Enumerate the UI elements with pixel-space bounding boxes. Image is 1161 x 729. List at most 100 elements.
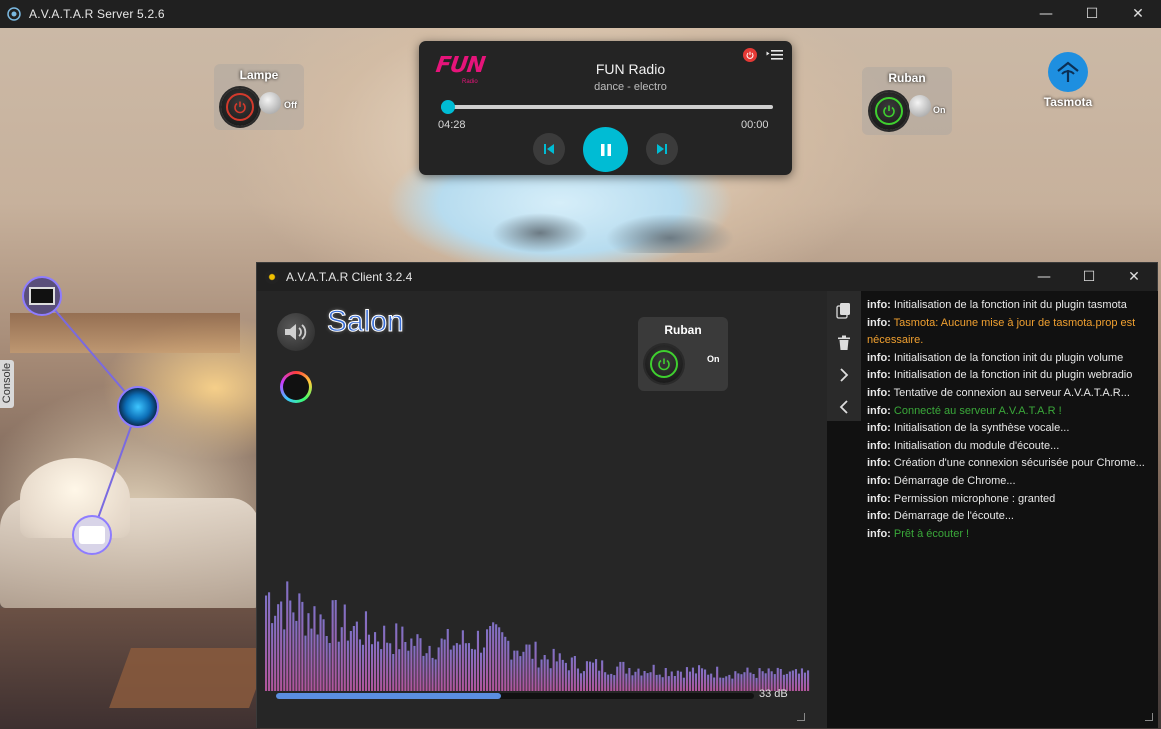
- lampe-toggle-knob[interactable]: [259, 92, 281, 114]
- spectrum-bar: [413, 645, 416, 691]
- spectrum-bar: [443, 639, 446, 691]
- log-line-text: Initialisation de la synthèse vocale...: [890, 422, 1070, 435]
- ruban-client-power-button[interactable]: [645, 345, 683, 383]
- widget-ruban-label: Ruban: [888, 71, 926, 85]
- spectrum-bar: [685, 667, 689, 691]
- spectrum-bar: [495, 624, 498, 691]
- client-maximize-button[interactable]: ☐: [1066, 263, 1112, 291]
- spectrum-bar: [392, 654, 395, 691]
- player-power-button[interactable]: [743, 48, 757, 62]
- spectrum-bar: [688, 671, 692, 691]
- speaker-button[interactable]: [277, 313, 315, 351]
- spectrum-bar: [713, 677, 716, 691]
- spectrum-bar: [455, 643, 458, 691]
- spectrum-bar: [473, 649, 477, 691]
- spectrum-bar: [567, 670, 570, 691]
- next-button[interactable]: [646, 133, 678, 165]
- spectrum-bar: [682, 677, 685, 691]
- spectrum-bar: [377, 641, 380, 691]
- spectrum-bar: [710, 673, 713, 691]
- spectrum-bar: [467, 643, 471, 691]
- spectrum-bar: [334, 600, 337, 691]
- spectrum-bar: [510, 659, 513, 691]
- progress-thumb[interactable]: [440, 100, 455, 114]
- collapse-log-button[interactable]: [835, 398, 853, 416]
- log-line: info: Initialisation du module d'écoute.…: [867, 438, 1152, 456]
- close-button[interactable]: ✕: [1115, 0, 1161, 28]
- spectrum-bar: [598, 670, 601, 691]
- widget-tasmota[interactable]: Tasmota: [1040, 52, 1096, 110]
- spectrum-bar: [352, 626, 355, 691]
- server-hub-node[interactable]: [117, 386, 159, 428]
- spectrum-bar: [652, 664, 655, 691]
- spectrum-bar: [719, 677, 722, 691]
- log-line-text: Démarrage de l'écoute...: [890, 510, 1014, 523]
- log-line-text: Création d'une connexion sécurisée pour …: [890, 457, 1145, 470]
- client-node-salon[interactable]: [72, 515, 112, 555]
- power-icon: [226, 93, 254, 121]
- spectrum-bar: [613, 675, 616, 691]
- spectrum-bar: [522, 651, 525, 691]
- spectrum-bar: [628, 668, 631, 691]
- spectrum-bar: [807, 670, 810, 691]
- previous-button[interactable]: [533, 133, 565, 165]
- spectrum-bar: [540, 659, 543, 691]
- log-line: info: Initialisation de la synthèse voca…: [867, 420, 1152, 438]
- widget-ruban-server[interactable]: Ruban On: [862, 67, 952, 135]
- log-line-text: Initialisation de la fonction init du pl…: [890, 351, 1124, 364]
- maximize-button[interactable]: ☐: [1069, 0, 1115, 28]
- progress-track[interactable]: [440, 100, 773, 114]
- log-line-prefix: info:: [867, 527, 891, 540]
- radio-badge-button[interactable]: [280, 371, 312, 403]
- widget-lampe[interactable]: Lampe Off: [214, 64, 304, 130]
- spectrum-bar: [658, 674, 661, 691]
- spectrum-bar: [570, 657, 573, 691]
- spectrum-bar: [679, 671, 682, 691]
- spectrum-bar: [325, 636, 328, 691]
- spectrum-bar: [380, 649, 383, 691]
- spectrum-bar: [395, 623, 398, 691]
- playlist-button[interactable]: [766, 47, 784, 61]
- log-line-text: Initialisation de la fonction init du pl…: [890, 369, 1133, 382]
- log-line-text: Prêt à écouter !: [890, 527, 970, 540]
- tasmota-label: Tasmota: [1043, 95, 1093, 109]
- client-titlebar: A.V.A.T.A.R Client 3.2.4 — ☐ ✕: [257, 263, 1157, 291]
- spectrum-bar: [525, 644, 528, 691]
- client-node-tv[interactable]: [22, 276, 62, 316]
- spectrum-bar: [343, 604, 346, 691]
- widget-ruban-client[interactable]: Ruban On: [638, 317, 728, 391]
- lampe-power-button[interactable]: [221, 88, 259, 126]
- spectrum-bar: [728, 674, 731, 691]
- spectrum-bar: [737, 673, 740, 691]
- client-minimize-button[interactable]: —: [1021, 263, 1067, 291]
- spectrum-bar: [349, 631, 352, 691]
- log-resize-grip[interactable]: [1145, 713, 1153, 721]
- client-window-title: A.V.A.T.A.R Client 3.2.4: [286, 270, 413, 284]
- resize-grip[interactable]: [797, 713, 805, 721]
- minimize-button[interactable]: —: [1023, 0, 1069, 28]
- spectrum-bar: [619, 661, 622, 691]
- pause-button[interactable]: [583, 127, 628, 172]
- spectrum-bar: [280, 601, 283, 691]
- volume-track[interactable]: [276, 693, 754, 699]
- copy-button[interactable]: [835, 301, 853, 319]
- log-line-text: Connecté au serveur A.V.A.T.A.R !: [890, 404, 1062, 417]
- spectrum-bar: [407, 650, 410, 691]
- log-line-prefix: info:: [867, 422, 891, 435]
- spectrum-bar: [649, 672, 652, 691]
- expand-log-button[interactable]: [835, 366, 853, 384]
- spectrum-bar: [704, 669, 707, 691]
- spectrum-bar: [752, 674, 755, 691]
- ruban-server-state: On: [933, 105, 946, 115]
- client-close-button[interactable]: ✕: [1111, 263, 1157, 291]
- spectrum-bar: [589, 661, 592, 691]
- spectrum-bar: [643, 671, 646, 691]
- spectrum-bar: [340, 627, 343, 691]
- spectrum-bar: [331, 600, 334, 691]
- trash-icon: [838, 335, 850, 350]
- clear-log-button[interactable]: [835, 334, 853, 352]
- spectrum-bar: [749, 672, 752, 691]
- spectrum-bar: [265, 595, 268, 691]
- ruban-toggle-knob[interactable]: [909, 95, 931, 117]
- ruban-server-power-button[interactable]: [870, 92, 908, 130]
